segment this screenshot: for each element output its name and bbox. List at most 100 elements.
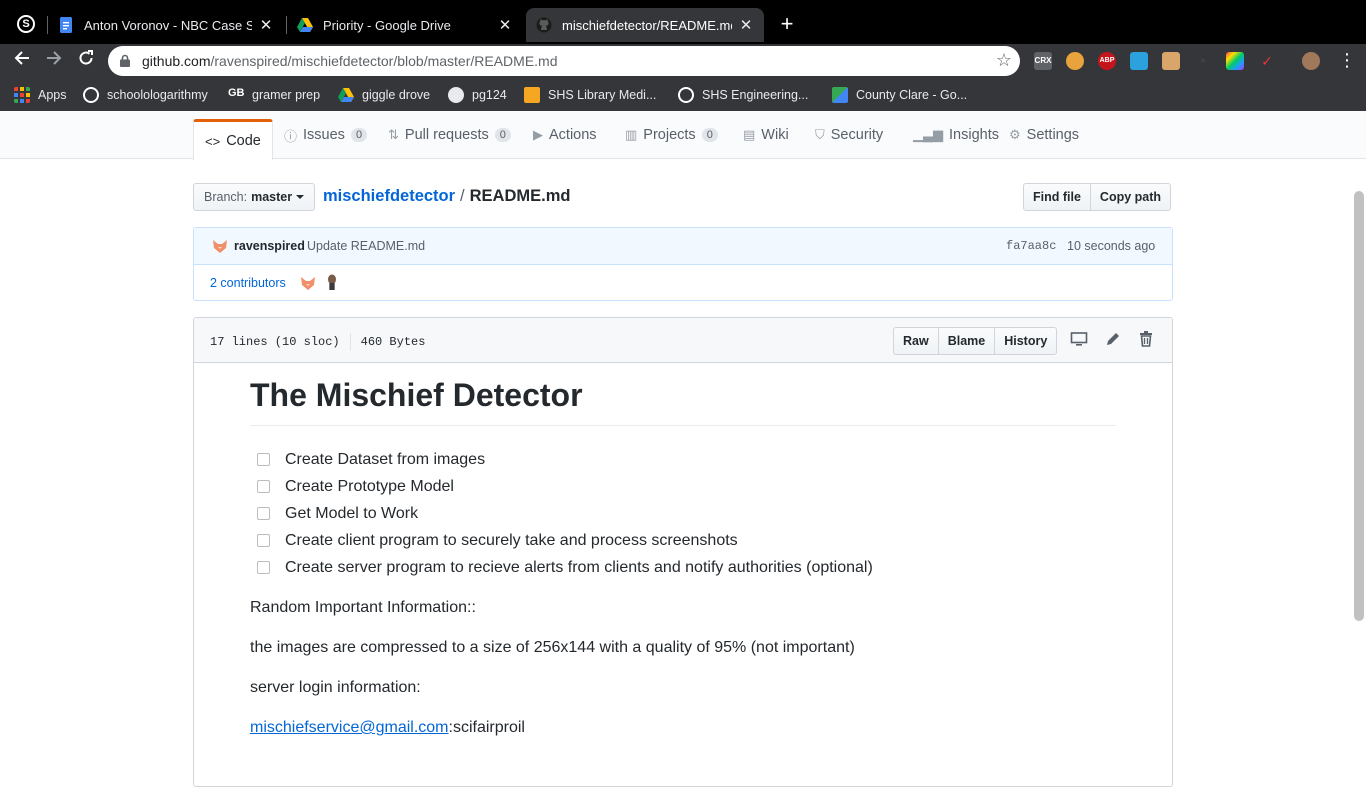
tab-priority-drive[interactable]: Priority - Google Drive ✕ bbox=[287, 8, 523, 42]
google-drive-icon bbox=[338, 88, 354, 102]
tab-insights[interactable]: ▁▃▆ Insights bbox=[913, 111, 999, 159]
branch-prefix: Branch: bbox=[204, 190, 248, 204]
extension-box-icon[interactable] bbox=[1162, 52, 1180, 70]
bookmark-apps[interactable]: Apps bbox=[14, 85, 67, 105]
extension-blue-icon[interactable] bbox=[1130, 52, 1148, 70]
bookmark-label: gramer prep bbox=[252, 88, 321, 102]
code-icon: <> bbox=[205, 133, 221, 149]
bookmark-label: County Clare - Go... bbox=[856, 88, 968, 102]
tab-anton-voronov[interactable]: Anton Voronov - NBC Case Stu ✕ bbox=[48, 8, 284, 42]
task-checkbox[interactable] bbox=[257, 480, 270, 493]
task-checkbox[interactable] bbox=[257, 534, 270, 547]
task-list: Create Dataset from images Create Protot… bbox=[250, 446, 1116, 581]
task-list-item: Get Model to Work bbox=[250, 500, 1116, 527]
history-button[interactable]: History bbox=[994, 327, 1058, 355]
blame-button[interactable]: Blame bbox=[937, 327, 996, 355]
pull-request-icon: ⇅ bbox=[388, 127, 399, 142]
profile-avatar[interactable] bbox=[1302, 52, 1320, 70]
file-actions: Raw Blame History bbox=[893, 327, 1058, 355]
close-tab-icon[interactable]: ✕ bbox=[258, 16, 274, 34]
task-list-item: Create Prototype Model bbox=[250, 473, 1116, 500]
tab-projects[interactable]: ▥ Projects 0 bbox=[625, 111, 718, 159]
new-tab-button[interactable]: + bbox=[776, 12, 798, 38]
bookmark-gramer-prep[interactable]: GB gramer prep bbox=[228, 85, 320, 105]
github-page: <> Code ⓘ Issues 0 ⇅ Pull requests 0 ▶ A… bbox=[0, 111, 1366, 787]
bookmark-star-icon[interactable]: ☆ bbox=[996, 50, 1012, 71]
extension-hidden-icon[interactable]: ★ bbox=[1194, 52, 1212, 70]
close-tab-icon[interactable]: ✕ bbox=[738, 16, 754, 34]
copy-path-button[interactable]: Copy path bbox=[1089, 183, 1172, 211]
trash-icon[interactable] bbox=[1137, 330, 1155, 348]
page-scrollbar[interactable] bbox=[1354, 191, 1364, 621]
counter-badge: 0 bbox=[350, 128, 368, 142]
tab-actions[interactable]: ▶ Actions bbox=[533, 111, 597, 159]
readme-paragraph: Random Important Information:: bbox=[250, 599, 476, 616]
bookmark-shs-engineering[interactable]: SHS Engineering... bbox=[678, 85, 808, 105]
commit-author-link[interactable]: ravenspired bbox=[234, 239, 305, 253]
task-checkbox[interactable] bbox=[257, 453, 270, 466]
bookmark-label: SHS Engineering... bbox=[702, 88, 809, 102]
back-button[interactable] bbox=[10, 49, 34, 73]
repo-nav-label: Code bbox=[226, 133, 261, 149]
branch-select-button[interactable]: Branch: master bbox=[193, 183, 315, 211]
adblock-plus-icon[interactable]: ABP bbox=[1098, 52, 1116, 70]
bookmark-schoolologarithmy[interactable]: schoolologarithmy bbox=[83, 85, 208, 105]
tab-code[interactable]: <> Code bbox=[193, 119, 273, 160]
schoology-pinned-tab-icon[interactable]: S bbox=[17, 15, 35, 33]
readme-paragraph: server login information: bbox=[250, 679, 421, 696]
bookmark-label: SHS Library Medi... bbox=[548, 88, 657, 102]
contributors-link[interactable]: 2 contributors bbox=[210, 276, 286, 290]
github-icon bbox=[536, 17, 552, 33]
file-size: 460 Bytes bbox=[360, 335, 426, 350]
desktop-icon[interactable] bbox=[1070, 330, 1088, 348]
book-icon: ▤ bbox=[743, 127, 756, 142]
contributor-avatar[interactable] bbox=[300, 275, 316, 291]
repo-nav-label: Wiki bbox=[761, 127, 789, 143]
breadcrumb: mischiefdetector / README.md bbox=[323, 187, 570, 206]
globe-icon bbox=[448, 87, 464, 103]
reload-button[interactable] bbox=[74, 49, 98, 73]
pencil-icon[interactable] bbox=[1104, 330, 1122, 348]
bookmark-county-clare[interactable]: County Clare - Go... bbox=[832, 85, 967, 105]
extension-red-icon[interactable]: ✓ bbox=[1258, 52, 1276, 70]
tab-mischiefdetector-readme[interactable]: mischiefdetector/README.md ✕ bbox=[526, 8, 764, 42]
tab-issues[interactable]: ⓘ Issues 0 bbox=[284, 111, 368, 159]
email-link[interactable]: mischiefservice@gmail.com bbox=[250, 719, 449, 736]
crx-extension-icon[interactable]: CRX bbox=[1034, 52, 1052, 70]
file-info-divider bbox=[349, 333, 351, 351]
find-file-button[interactable]: Find file bbox=[1023, 183, 1091, 211]
task-label: Create Dataset from images bbox=[285, 450, 486, 468]
task-list-item: Create Dataset from images bbox=[250, 446, 1116, 473]
forward-button[interactable] bbox=[42, 49, 66, 73]
tab-security[interactable]: ⛉ Security bbox=[815, 111, 883, 159]
bookmark-giggle-drove[interactable]: giggle drove bbox=[338, 85, 430, 105]
tab-wiki[interactable]: ▤ Wiki bbox=[743, 111, 789, 159]
bookmark-pg124[interactable]: pg124 bbox=[448, 85, 507, 105]
tab-pull-requests[interactable]: ⇅ Pull requests 0 bbox=[388, 111, 511, 159]
contributor-avatar[interactable] bbox=[324, 274, 340, 290]
raw-button[interactable]: Raw bbox=[893, 327, 939, 355]
address-bar[interactable]: github.com/ravenspired/mischiefdetector/… bbox=[108, 46, 1020, 76]
close-tab-icon[interactable]: ✕ bbox=[497, 16, 513, 34]
extension-rainbow-icon[interactable] bbox=[1226, 52, 1244, 70]
tab-settings[interactable]: ⚙ Settings bbox=[1009, 111, 1079, 159]
task-checkbox[interactable] bbox=[257, 561, 270, 574]
bookmark-shs-library[interactable]: SHS Library Medi... bbox=[524, 85, 656, 105]
tab-title: Priority - Google Drive bbox=[323, 17, 451, 33]
reload-icon bbox=[79, 50, 93, 65]
arrow-right-icon bbox=[47, 51, 62, 65]
lock-icon bbox=[120, 54, 130, 67]
owl-extension-icon[interactable] bbox=[1066, 52, 1084, 70]
file-nav-buttons: Find file Copy path bbox=[1023, 183, 1172, 211]
breadcrumb-separator: / bbox=[460, 187, 465, 205]
task-list-item: Create client program to securely take a… bbox=[250, 527, 1116, 554]
schoology-icon bbox=[83, 87, 99, 103]
commit-message-link[interactable]: Update README.md bbox=[307, 239, 425, 253]
browser-menu-icon[interactable]: ⋮ bbox=[1338, 50, 1356, 71]
author-avatar[interactable] bbox=[212, 238, 228, 254]
task-checkbox[interactable] bbox=[257, 507, 270, 520]
repo-link[interactable]: mischiefdetector bbox=[323, 187, 455, 205]
task-label: Create Prototype Model bbox=[285, 477, 454, 495]
commit-sha-link[interactable]: fa7aa8c bbox=[1006, 239, 1056, 253]
file-header: 17 lines (10 sloc) 460 Bytes Raw Blame Hi… bbox=[194, 318, 1172, 363]
